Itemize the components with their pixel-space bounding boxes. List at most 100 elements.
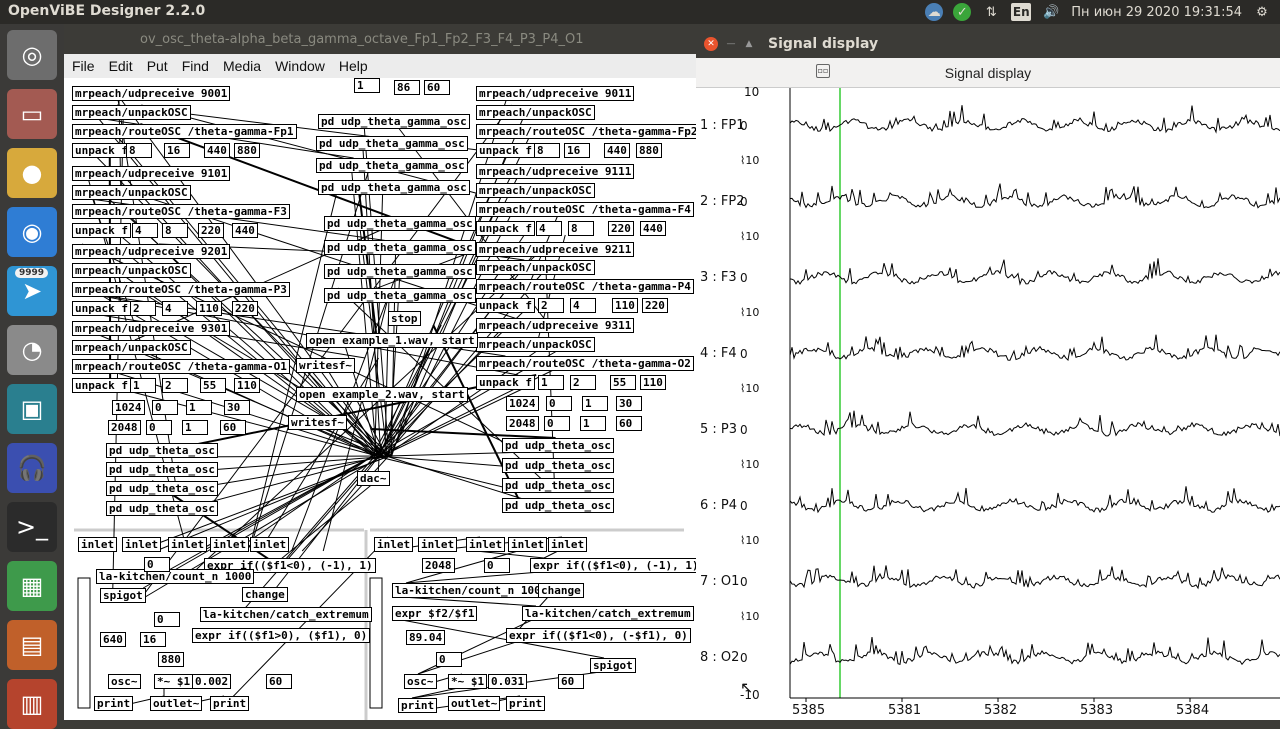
pd-number-box[interactable]: 440	[640, 221, 666, 236]
shield-check-icon[interactable]: ✓	[953, 3, 971, 21]
pd-number-box[interactable]: 86	[394, 80, 420, 95]
pd-number-box[interactable]: 220	[642, 298, 668, 313]
pd-number-box[interactable]: 2	[162, 378, 188, 393]
pd-number-box[interactable]: 2	[538, 298, 564, 313]
pd-number-box[interactable]: 220	[232, 301, 258, 316]
pd-object[interactable]: dac~	[357, 471, 390, 486]
pd-object[interactable]: mrpeach/routeOSC /theta-gamma-F3	[72, 204, 290, 219]
menu-edit[interactable]: Edit	[109, 58, 133, 78]
pd-number-box[interactable]: 16	[140, 632, 166, 647]
pd-number-box[interactable]: 2048	[506, 416, 539, 431]
pd-object[interactable]: outlet~	[448, 696, 500, 711]
pd-object[interactable]: spigot	[590, 658, 636, 673]
pd-object[interactable]: pd udp_theta_osc	[502, 438, 614, 453]
pd-number-box[interactable]: 0	[154, 612, 180, 627]
pd-object[interactable]: inlet	[466, 537, 505, 552]
pd-object[interactable]: print	[210, 696, 249, 711]
telegram-icon[interactable]: ➤9999	[7, 266, 57, 316]
language-indicator[interactable]: En	[1011, 3, 1031, 21]
pd-patch-canvas[interactable]: mrpeach/udpreceive 9001mrpeach/unpackOSC…	[64, 78, 696, 720]
pd-object[interactable]: mrpeach/routeOSC /theta-gamma-O2	[476, 356, 694, 371]
pd-object[interactable]: mrpeach/routeOSC /theta-gamma-P4	[476, 279, 694, 294]
impress-icon[interactable]: ▤	[7, 620, 57, 670]
menu-window[interactable]: Window	[275, 58, 325, 78]
pd-number-box[interactable]: 55	[610, 375, 636, 390]
maximize-window-icon[interactable]: ▲	[742, 37, 756, 51]
cloud-icon[interactable]: ☁	[925, 3, 943, 21]
chrome-icon[interactable]: ●	[7, 148, 57, 198]
pd-number-box[interactable]: 2	[130, 301, 156, 316]
pd-number-box[interactable]: 880	[234, 143, 260, 158]
pd-number-box[interactable]: 8	[126, 143, 152, 158]
menu-help[interactable]: Help	[339, 58, 368, 78]
pd-number-box[interactable]: 110	[612, 298, 638, 313]
pd-number-box[interactable]: 0	[144, 557, 170, 572]
pd-object[interactable]: la-kitchen/catch_extremum	[522, 606, 694, 621]
pd-number-box[interactable]: 4	[162, 301, 188, 316]
pd-object[interactable]: mrpeach/unpackOSC	[72, 263, 191, 278]
pd-number-box[interactable]: 30	[616, 396, 642, 411]
pd-object[interactable]: stop	[388, 311, 421, 326]
pd-object[interactable]: pd udp_theta_gamma_osc	[316, 136, 468, 151]
pd-number-box[interactable]: 440	[204, 143, 230, 158]
network-arrows-icon[interactable]: ⇅	[981, 3, 1001, 21]
pd-number-box[interactable]: 110	[234, 378, 260, 393]
pd-number-box[interactable]: 1	[182, 420, 208, 435]
menu-put[interactable]: Put	[147, 58, 168, 78]
pd-object[interactable]: mrpeach/unpackOSC	[476, 105, 595, 120]
pd-number-box[interactable]: 2048	[422, 558, 455, 573]
pd-number-box[interactable]: 1	[580, 416, 606, 431]
pd-number-box[interactable]: 16	[564, 143, 590, 158]
presentation-icon[interactable]: ▣	[7, 384, 57, 434]
pd-object[interactable]: *~ $1	[448, 674, 487, 689]
pd-number-box[interactable]: 1	[186, 400, 212, 415]
pd-object[interactable]: expr if(($f1>0), ($f1), 0)	[192, 628, 370, 643]
pd-object[interactable]: pd udp_theta_gamma_osc	[324, 288, 476, 303]
pd-object[interactable]: mrpeach/udpreceive 9111	[476, 164, 634, 179]
pd-object[interactable]: osc~	[108, 674, 141, 689]
audacity-icon[interactable]: 🎧	[7, 443, 57, 493]
pd-number-box[interactable]: 0	[152, 400, 178, 415]
pd-object[interactable]: unpack f	[72, 378, 131, 393]
pd-number-box[interactable]: 55	[200, 378, 226, 393]
pd-number-box[interactable]: 0	[146, 420, 172, 435]
chromium-icon[interactable]: ◉	[7, 207, 57, 257]
pd-object[interactable]: change	[242, 587, 288, 602]
pd-number-box[interactable]: 440	[232, 223, 258, 238]
minimize-window-icon[interactable]: —	[724, 37, 738, 51]
pd-number-box[interactable]: 8	[162, 223, 188, 238]
pd-number-box[interactable]: 60	[266, 674, 292, 689]
menu-file[interactable]: File	[72, 58, 95, 78]
pd-object[interactable]: mrpeach/udpreceive 9301	[72, 321, 230, 336]
pd-number-box[interactable]: 1	[354, 78, 380, 93]
pd-object[interactable]: outlet~	[150, 696, 202, 711]
disk-icon[interactable]: ◔	[7, 325, 57, 375]
pd-object[interactable]: mrpeach/unpackOSC	[72, 185, 191, 200]
pd-object[interactable]: inlet	[78, 537, 117, 552]
pd-object[interactable]: mrpeach/udpreceive 9211	[476, 242, 634, 257]
pd-object[interactable]: inlet	[210, 537, 249, 552]
pd-object[interactable]: writesf~	[296, 358, 355, 373]
pd-object[interactable]: change	[538, 583, 584, 598]
pd-number-box[interactable]: 60	[424, 80, 450, 95]
pd-object[interactable]: mrpeach/routeOSC /theta-gamma-Fp2	[476, 124, 696, 139]
pd-object[interactable]: unpack f	[72, 223, 131, 238]
pd-number-box[interactable]: 440	[604, 143, 630, 158]
pd-object[interactable]: *~ $1	[154, 674, 193, 689]
pd-object[interactable]: open example_2.wav, start	[296, 387, 468, 402]
pd-object[interactable]: unpack f	[476, 143, 535, 158]
pd-number-box[interactable]: 220	[198, 223, 224, 238]
pd-object[interactable]: expr if(($f1<0), (-1), 1)	[530, 558, 696, 573]
pd-number-box[interactable]: 2048	[108, 420, 141, 435]
pd-object[interactable]: writesf~	[288, 415, 347, 430]
pd-object[interactable]: mrpeach/routeOSC /theta-gamma-Fp1	[72, 124, 297, 139]
files-icon[interactable]: ▭	[7, 89, 57, 139]
pd-object[interactable]: mrpeach/unpackOSC	[476, 337, 595, 352]
pd-object[interactable]: expr $f2/$f1	[392, 606, 477, 621]
pd-object[interactable]: pd udp_theta_gamma_osc	[324, 240, 476, 255]
menu-find[interactable]: Find	[182, 58, 209, 78]
pd-object[interactable]: osc~	[404, 674, 437, 689]
pd-object[interactable]: pd udp_theta_osc	[106, 501, 218, 516]
pd-object[interactable]: mrpeach/unpackOSC	[476, 183, 595, 198]
pd-object[interactable]: pd udp_theta_osc	[106, 481, 218, 496]
